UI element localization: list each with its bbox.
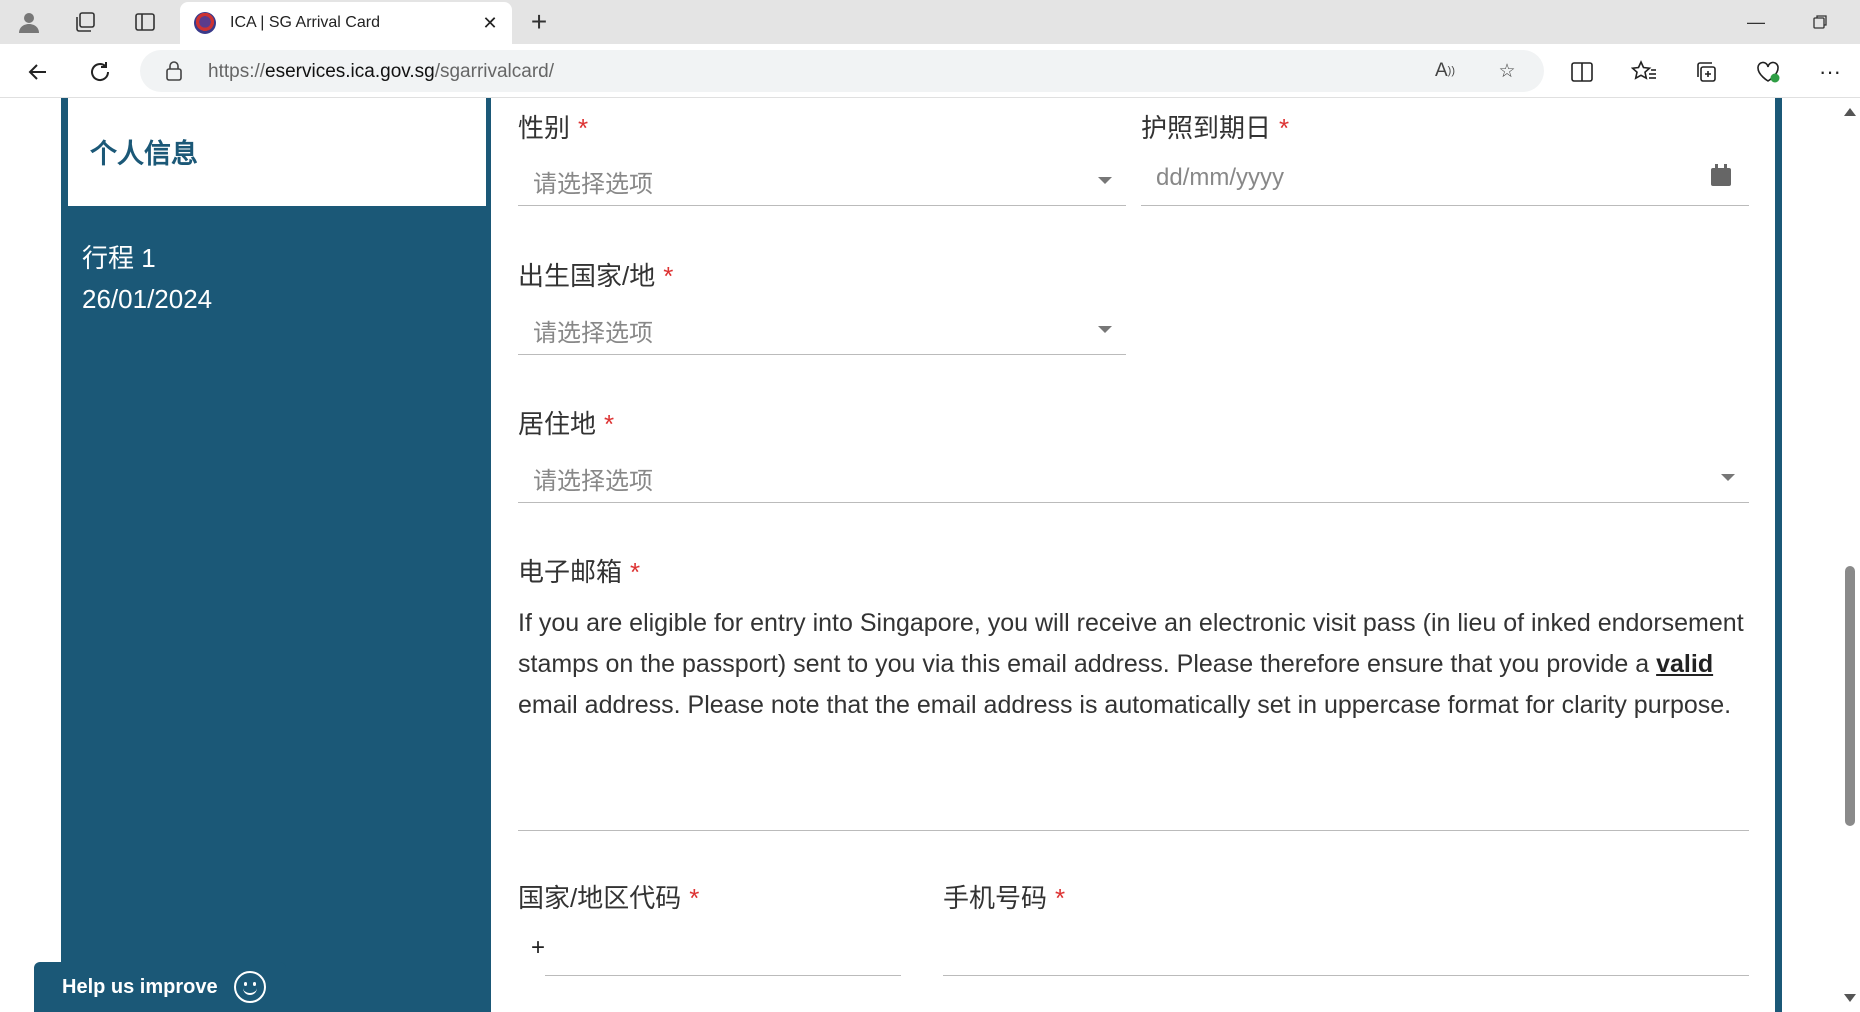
smile-icon: [233, 971, 266, 1003]
lock-icon[interactable]: [162, 59, 186, 83]
sidebar-item-trip[interactable]: 行程 1 26/01/2024: [82, 238, 212, 320]
tab-title: ICA | SG Arrival Card: [230, 14, 380, 31]
minimize-icon[interactable]: —: [1736, 6, 1776, 38]
scroll-up-icon[interactable]: [1844, 108, 1856, 116]
sidebar-item-personal-info[interactable]: 个人信息: [68, 98, 486, 206]
content-border: [1775, 98, 1782, 1012]
more-icon[interactable]: ···: [1812, 54, 1848, 90]
residence-label: 居住地 *: [518, 409, 615, 439]
workspaces-icon[interactable]: [68, 6, 102, 38]
country-code-label: 国家/地区代码 *: [518, 883, 700, 913]
valid-link[interactable]: valid: [1656, 650, 1713, 678]
form-content: 性别 * 请选择选项 护照到期日 * dd/mm/yyyy 出生国家/地 * 请选择选…: [491, 98, 1775, 1012]
form-sidebar: 个人信息 行程 1 26/01/2024: [61, 98, 491, 1012]
email-description: If you are eligible for entry into Singa…: [518, 609, 1744, 719]
browser-tab-bar: ICA | SG Arrival Card ✕ + —: [0, 0, 1860, 44]
passport-expiry-input[interactable]: dd/mm/yyyy: [1141, 154, 1749, 206]
read-aloud-icon[interactable]: A)): [1430, 57, 1460, 85]
trip-date: 26/01/2024: [82, 284, 213, 314]
country-code-input[interactable]: [545, 924, 901, 976]
close-icon[interactable]: ✕: [478, 11, 502, 35]
mobile-input[interactable]: [943, 924, 1749, 976]
chevron-down-icon: [1098, 177, 1112, 184]
chevron-down-icon: [1098, 326, 1112, 333]
browser-essentials-icon[interactable]: [1750, 54, 1786, 90]
restore-icon[interactable]: [1800, 6, 1840, 38]
email-input[interactable]: [518, 830, 1749, 831]
page-scrollbar[interactable]: [1840, 98, 1860, 1012]
gender-select[interactable]: 请选择选项: [518, 154, 1126, 206]
active-tab[interactable]: ICA | SG Arrival Card ✕: [180, 2, 512, 44]
email-label: 电子邮箱 *: [518, 557, 641, 587]
passport-expiry-label: 护照到期日 *: [1141, 113, 1290, 143]
address-bar[interactable]: https://eservices.ica.gov.sg/sgarrivalca…: [140, 50, 1544, 92]
split-screen-icon[interactable]: [1564, 54, 1600, 90]
birth-country-select[interactable]: 请选择选项: [518, 303, 1126, 355]
tab-actions-icon[interactable]: [128, 6, 162, 38]
scrollbar-thumb[interactable]: [1845, 566, 1855, 826]
collections-icon[interactable]: [1688, 54, 1724, 90]
help-us-improve-button[interactable]: Help us improve: [34, 962, 286, 1012]
sidebar-item-label: 个人信息: [90, 139, 198, 169]
url-text[interactable]: https://eservices.ica.gov.sg/sgarrivalca…: [208, 61, 554, 83]
country-code-prefix: +: [531, 934, 546, 961]
profile-icon[interactable]: [12, 6, 46, 38]
browser-navbar: https://eservices.ica.gov.sg/sgarrivalca…: [0, 44, 1860, 98]
star-icon[interactable]: ☆: [1492, 57, 1522, 85]
back-arrow-icon[interactable]: [20, 54, 56, 90]
trip-label: 行程 1: [82, 243, 156, 273]
page-viewport: 个人信息 行程 1 26/01/2024 性别 * 请选择选项 护照到期日 * dd…: [0, 98, 1840, 1012]
residence-select[interactable]: 请选择选项: [518, 451, 1749, 503]
gender-label: 性别 *: [518, 113, 589, 143]
favorites-icon[interactable]: [1626, 54, 1662, 90]
scroll-down-icon[interactable]: [1844, 994, 1856, 1002]
ica-favicon-icon: [194, 12, 216, 34]
birth-country-label: 出生国家/地 *: [518, 261, 674, 291]
calendar-icon[interactable]: [1711, 164, 1731, 186]
chevron-down-icon: [1721, 474, 1735, 481]
mobile-label: 手机号码 *: [943, 883, 1066, 913]
refresh-icon[interactable]: [82, 54, 118, 90]
plus-icon[interactable]: +: [522, 6, 556, 38]
